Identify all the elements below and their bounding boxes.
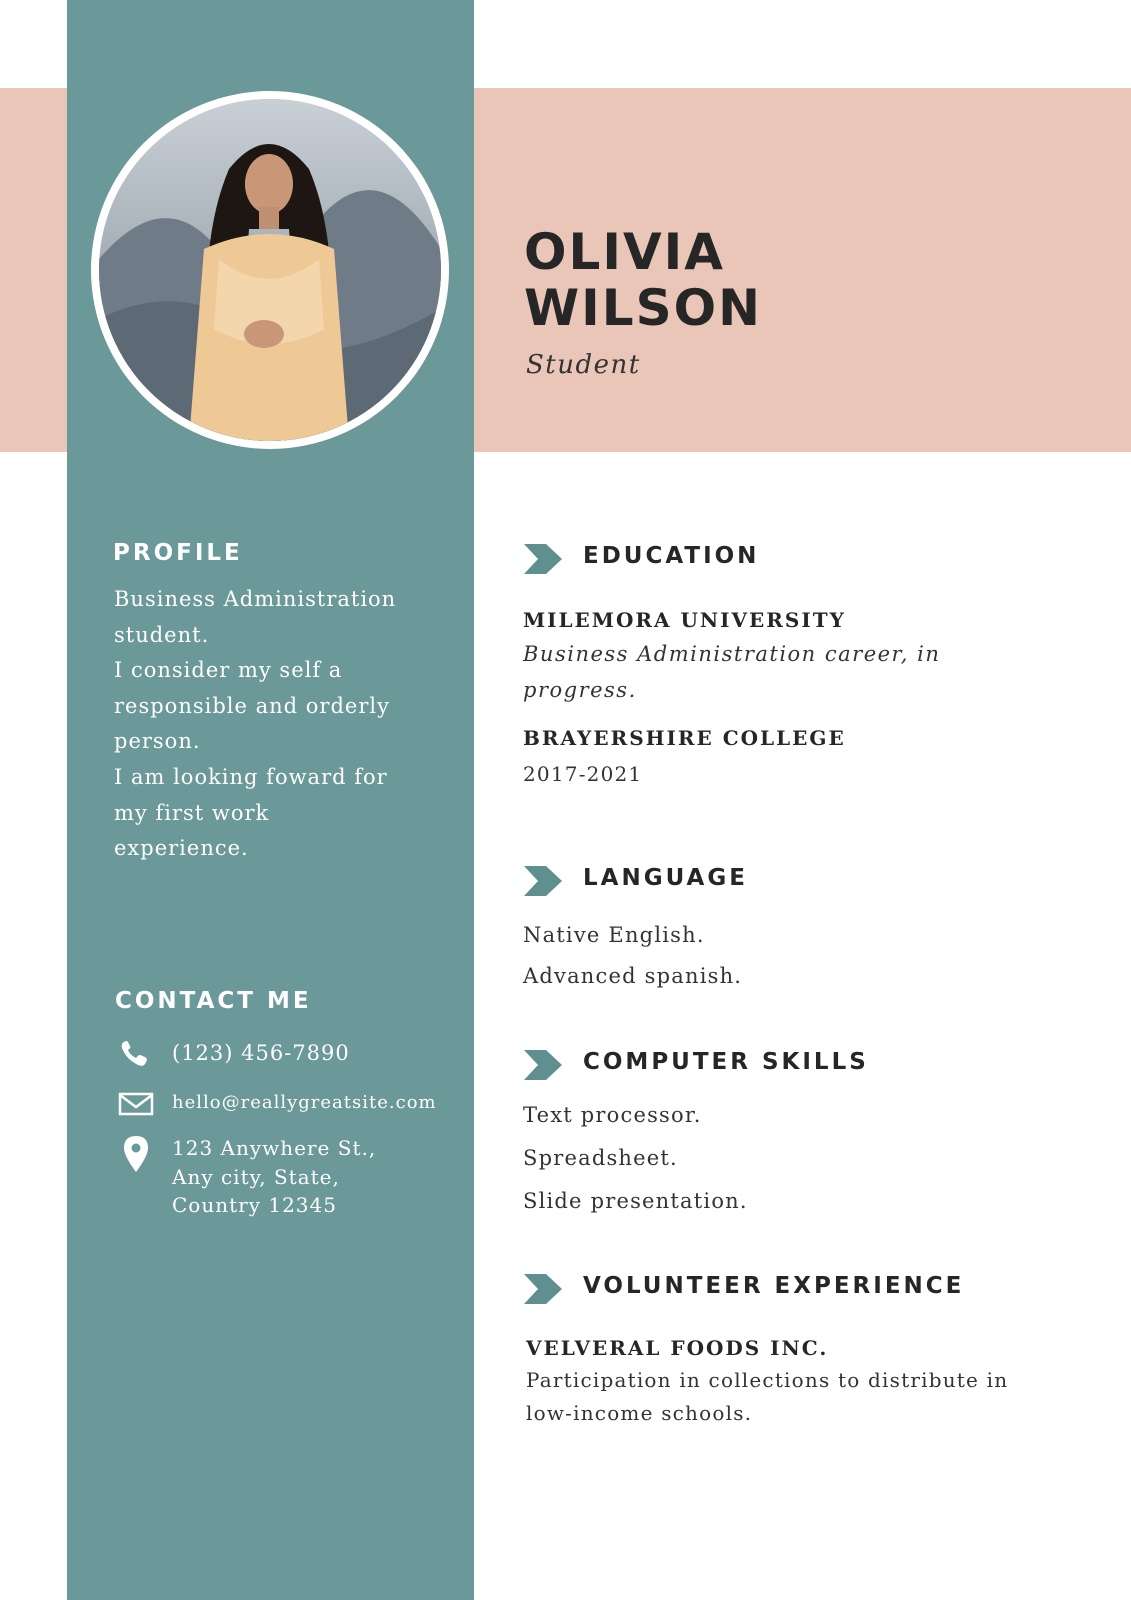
education-entry-detail: Business Administration career, in progr… [523,636,940,708]
profile-heading: PROFILE [113,540,243,566]
detail-line: low-income schools. [526,1401,753,1425]
volunteer-heading: VOLUNTEER EXPERIENCE [583,1273,965,1299]
detail-line: Business Administration career, in [523,642,941,666]
profile-line: student. [114,622,210,647]
skill-item: Text processor. [523,1103,702,1127]
profile-line: I am looking foward for [114,764,388,789]
skill-item: Spreadsheet. [523,1146,678,1170]
full-name: OLIVIA WILSON [524,224,762,336]
profile-line: person. [114,729,201,754]
email-address: hello@reallygreatsite.com [172,1092,437,1113]
volunteer-entry-detail: Participation in collections to distribu… [526,1364,1008,1430]
contact-heading: CONTACT ME [115,988,312,1014]
skill-item: Slide presentation. [523,1189,748,1213]
education-heading: EDUCATION [583,543,760,569]
first-name: OLIVIA [524,223,725,281]
language-item: Advanced spanish. [523,964,743,988]
address-text: 123 Anywhere St., Any city, State, Count… [172,1134,376,1220]
last-name: WILSON [524,279,762,337]
detail-line: Participation in collections to distribu… [526,1368,1009,1392]
address-line: Any city, State, [172,1164,340,1189]
language-item: Native English. [523,923,705,947]
education-entry-dates: 2017-2021 [523,762,643,786]
profile-line: Business Administration [114,587,397,611]
address-line: Country 12345 [172,1193,337,1217]
volunteer-entry-title: VELVERAL FOODS INC. [526,1336,829,1360]
profile-text: Business Administration student. I consi… [114,582,434,867]
education-entry-title: MILEMORA UNIVERSITY [523,608,846,632]
computer-skills-heading: COMPUTER SKILLS [583,1049,869,1075]
chevron-right-icon [524,544,562,574]
language-heading: LANGUAGE [583,865,748,891]
location-pin-icon [124,1136,148,1172]
contact-email: hello@reallygreatsite.com [118,1089,458,1119]
detail-line: progress. [523,678,637,702]
chevron-right-icon [524,1050,562,1080]
contact-address: 123 Anywhere St., Any city, State, Count… [118,1134,458,1224]
address-line: 123 Anywhere St., [172,1136,377,1160]
profile-line: my first work [114,800,270,825]
profile-photo [99,99,441,441]
job-role: Student [526,350,641,380]
phone-number: (123) 456-7890 [172,1041,350,1065]
profile-line: responsible and orderly [114,693,390,718]
education-entry-title: BRAYERSHIRE COLLEGE [523,726,846,750]
phone-icon [121,1041,147,1066]
chevron-right-icon [524,1274,562,1304]
chevron-right-icon [524,866,562,896]
profile-line: I consider my self a [114,658,343,683]
portrait-icon [99,99,441,441]
contact-phone: (123) 456-7890 [118,1039,458,1073]
envelope-icon [118,1092,154,1116]
profile-line: experience. [114,836,249,861]
